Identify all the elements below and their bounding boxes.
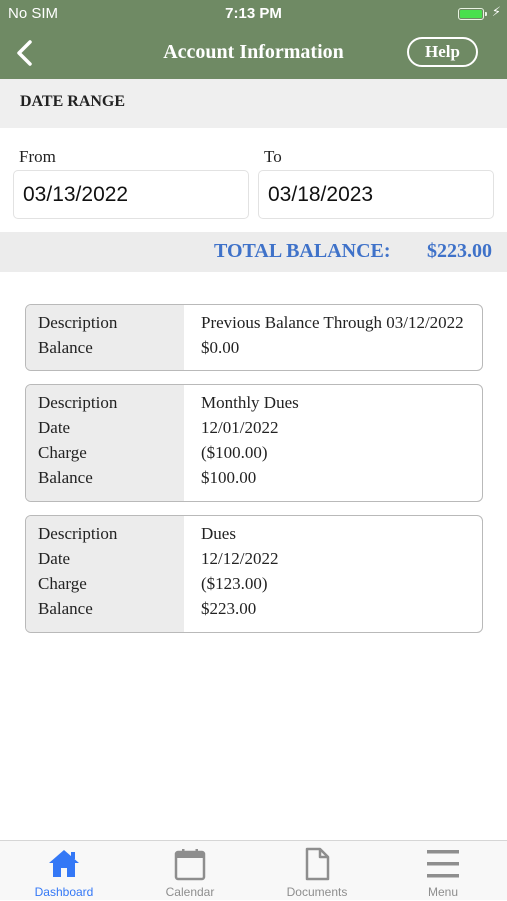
row-label: Description bbox=[38, 393, 118, 412]
row-label: Balance bbox=[38, 599, 93, 618]
tab-label: Menu bbox=[427, 885, 459, 899]
card-row: Balance $223.00 bbox=[26, 596, 482, 621]
row-label: Charge bbox=[38, 574, 87, 593]
row-value: Previous Balance Through 03/12/2022 bbox=[201, 313, 464, 332]
row-value: Dues bbox=[201, 524, 236, 543]
battery-icon bbox=[458, 8, 484, 20]
card-row: Balance $100.00 bbox=[26, 465, 482, 490]
hamburger-menu-icon bbox=[427, 850, 459, 878]
card-row: Date 12/01/2022 bbox=[26, 415, 482, 440]
tab-documents[interactable]: Documents bbox=[254, 841, 380, 901]
nav-bar: Account Information Help bbox=[0, 28, 507, 79]
home-icon bbox=[49, 850, 79, 877]
document-icon bbox=[305, 847, 330, 881]
card-row: Description Dues bbox=[26, 521, 482, 546]
calendar-icon bbox=[174, 849, 206, 881]
status-bar: No SIM 7:13 PM ⚡︎ bbox=[0, 0, 507, 28]
transaction-card: Description Monthly Dues Date 12/01/2022… bbox=[25, 384, 483, 502]
clock: 7:13 PM bbox=[225, 5, 282, 22]
row-value: $223.00 bbox=[201, 599, 257, 618]
to-label: To bbox=[264, 147, 282, 166]
transaction-card: Description Previous Balance Through 03/… bbox=[25, 304, 483, 371]
row-label: Balance bbox=[38, 468, 93, 487]
row-label: Description bbox=[38, 524, 118, 543]
row-label: Date bbox=[38, 549, 71, 568]
from-label: From bbox=[19, 147, 56, 166]
to-date-input[interactable]: 03/18/2023 bbox=[258, 170, 494, 219]
transaction-card: Description Dues Date 12/12/2022 Charge … bbox=[25, 515, 483, 633]
from-date-input[interactable]: 03/13/2022 bbox=[13, 170, 249, 219]
row-value: 12/01/2022 bbox=[201, 418, 279, 437]
tab-bar: Dashboard Calendar Documents Menu bbox=[0, 840, 507, 900]
row-value: ($123.00) bbox=[201, 574, 268, 593]
tab-calendar[interactable]: Calendar bbox=[127, 841, 253, 901]
row-value: Monthly Dues bbox=[201, 393, 299, 412]
charging-bolt-icon: ⚡︎ bbox=[491, 4, 501, 19]
date-range-title: DATE RANGE bbox=[20, 93, 126, 110]
card-row: Date 12/12/2022 bbox=[26, 546, 482, 571]
row-label: Charge bbox=[38, 443, 87, 462]
row-label: Description bbox=[38, 313, 118, 332]
tab-label: Calendar bbox=[165, 885, 215, 899]
row-value: ($100.00) bbox=[201, 443, 268, 462]
tab-label: Documents bbox=[286, 885, 348, 899]
date-range-header: DATE RANGE bbox=[0, 79, 507, 128]
total-balance-amount: $223.00 bbox=[427, 240, 492, 262]
tab-menu[interactable]: Menu bbox=[380, 841, 506, 901]
card-row: Balance $0.00 bbox=[26, 335, 482, 360]
row-value: $100.00 bbox=[201, 468, 257, 487]
tab-dashboard[interactable]: Dashboard bbox=[1, 841, 127, 901]
row-value: 12/12/2022 bbox=[201, 549, 279, 568]
card-row: Charge ($100.00) bbox=[26, 440, 482, 465]
card-row: Description Monthly Dues bbox=[26, 390, 482, 415]
card-row: Charge ($123.00) bbox=[26, 571, 482, 596]
row-label: Balance bbox=[38, 338, 93, 357]
total-balance-label: TOTAL BALANCE: bbox=[214, 240, 391, 262]
help-button[interactable]: Help bbox=[407, 37, 478, 67]
total-balance-bar: TOTAL BALANCE: $223.00 bbox=[0, 232, 507, 272]
tab-label: Dashboard bbox=[34, 885, 94, 899]
row-value: $0.00 bbox=[201, 338, 240, 357]
battery-tip bbox=[485, 12, 487, 16]
row-label: Date bbox=[38, 418, 71, 437]
card-row: Description Previous Balance Through 03/… bbox=[26, 310, 482, 335]
